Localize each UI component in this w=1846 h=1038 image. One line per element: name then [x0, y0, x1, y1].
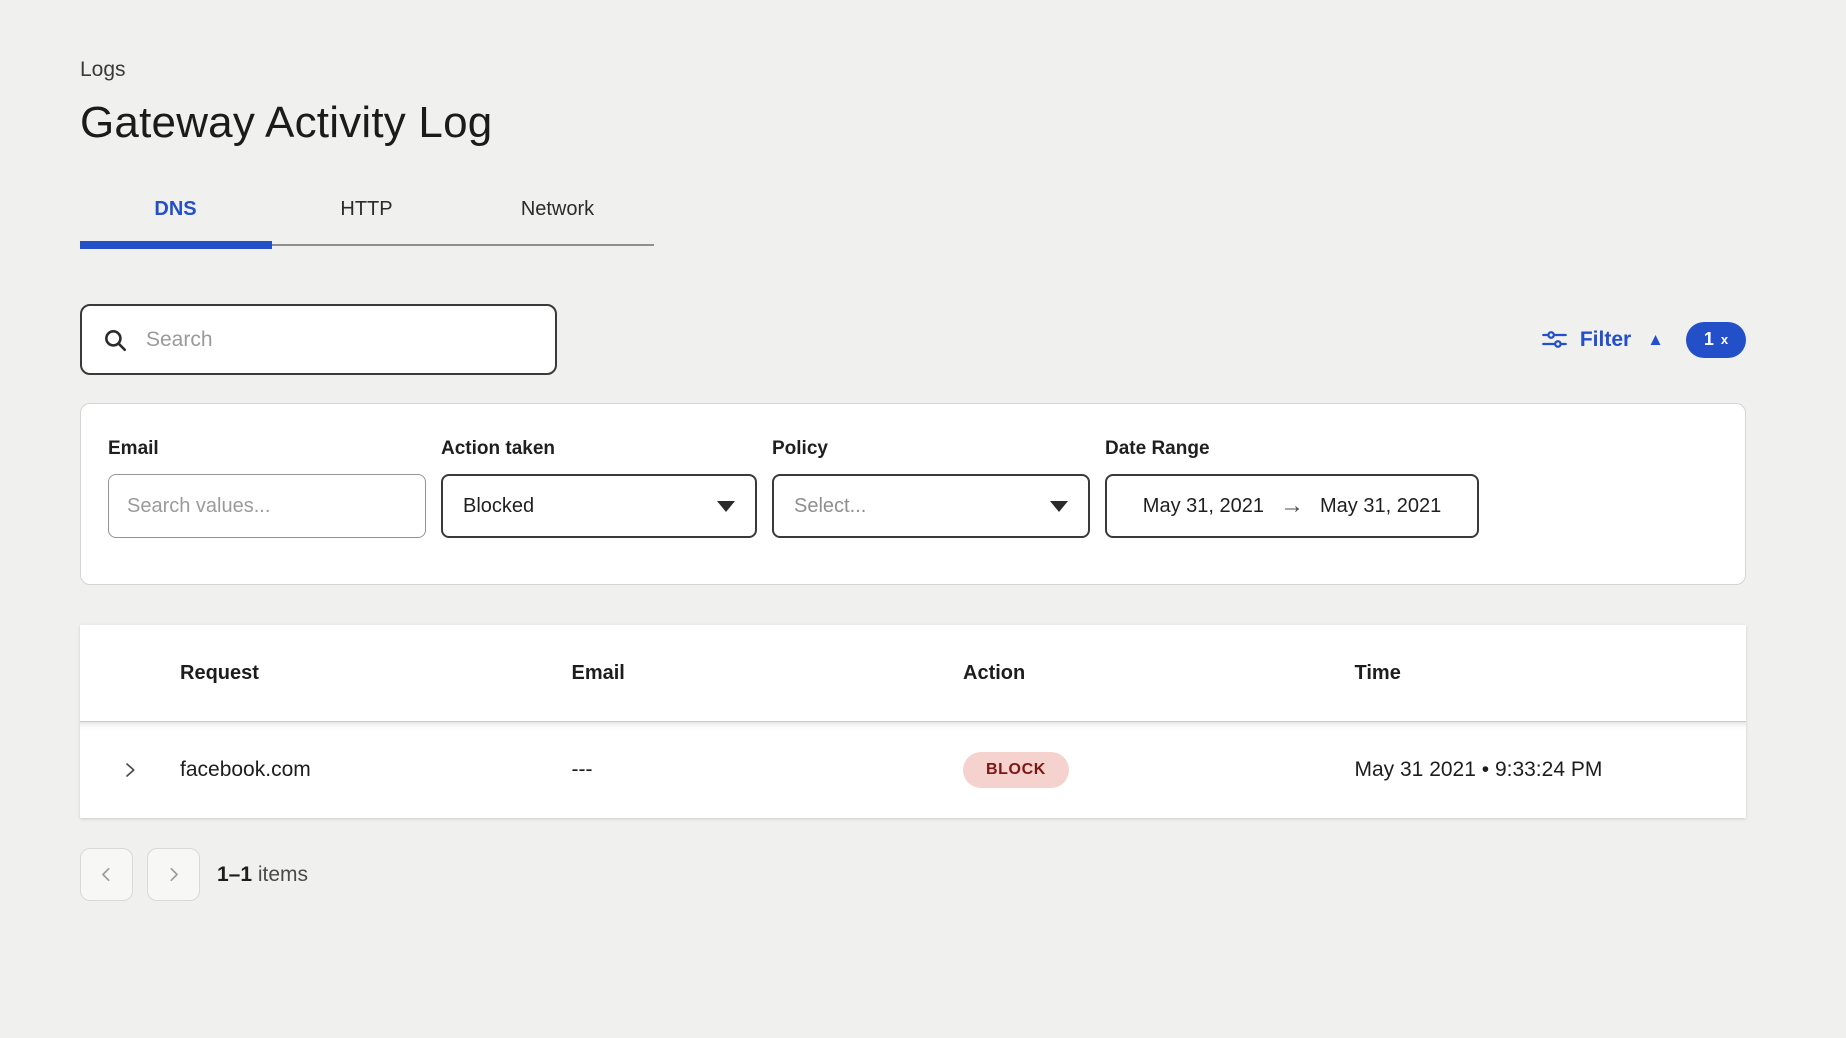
- filter-panel: Email Action taken Blocked Policy Select…: [80, 403, 1746, 585]
- tab-dns[interactable]: DNS: [80, 188, 271, 241]
- policy-filter-label: Policy: [772, 438, 1090, 460]
- policy-select-placeholder: Select...: [794, 495, 866, 518]
- search-icon: [102, 327, 128, 353]
- date-range-filter-label: Date Range: [1105, 438, 1479, 460]
- table-header-row: Request Email Action Time: [80, 625, 1746, 722]
- arrow-right-icon: →: [1280, 492, 1304, 520]
- chevron-down-icon: [717, 501, 735, 512]
- activity-log-table: Request Email Action Time facebook.com -…: [80, 625, 1746, 818]
- cell-action: BLOCK: [963, 752, 1355, 788]
- action-taken-selected-value: Blocked: [463, 495, 534, 518]
- row-expand-button[interactable]: [121, 761, 139, 779]
- search-box[interactable]: [80, 304, 557, 375]
- items-range: 1–1: [217, 863, 252, 886]
- filter-collapse-icon[interactable]: ▲: [1647, 331, 1664, 348]
- action-taken-select[interactable]: Blocked: [441, 474, 757, 538]
- cell-time: May 31 2021 • 9:33:24 PM: [1355, 758, 1747, 782]
- cell-email: ---: [572, 758, 964, 782]
- filter-toggle-label[interactable]: Filter: [1580, 328, 1631, 352]
- items-count: 1–1 items: [217, 863, 308, 887]
- email-filter-input[interactable]: [109, 495, 425, 518]
- filter-field-date-range: Date Range May 31, 2021 → May 31, 2021: [1105, 438, 1479, 584]
- tab-underline: [80, 241, 654, 249]
- table-row[interactable]: facebook.com --- BLOCK May 31 2021 • 9:3…: [80, 722, 1746, 818]
- email-filter-label: Email: [108, 438, 426, 460]
- policy-select[interactable]: Select...: [772, 474, 1090, 538]
- filter-count: 1: [1704, 329, 1714, 350]
- cell-request: facebook.com: [180, 758, 572, 782]
- date-range-picker[interactable]: May 31, 2021 → May 31, 2021: [1105, 474, 1479, 538]
- column-header-time: Time: [1355, 662, 1747, 685]
- chevron-right-icon: [121, 761, 139, 779]
- action-taken-filter-label: Action taken: [441, 438, 757, 460]
- items-label: items: [252, 863, 308, 886]
- date-range-end[interactable]: May 31, 2021: [1320, 495, 1441, 518]
- filter-field-policy: Policy Select...: [772, 438, 1090, 584]
- tab-network[interactable]: Network: [462, 188, 653, 241]
- gateway-activity-page: Logs Gateway Activity Log DNS HTTP Netwo…: [0, 0, 1846, 901]
- filter-count-badge[interactable]: 1 x: [1686, 322, 1746, 358]
- page-title: Gateway Activity Log: [80, 98, 1746, 148]
- breadcrumb: Logs: [80, 58, 1746, 82]
- chevron-left-icon: [98, 866, 115, 883]
- column-header-request: Request: [180, 662, 572, 685]
- next-page-button[interactable]: [147, 848, 200, 901]
- prev-page-button[interactable]: [80, 848, 133, 901]
- filter-clear-x[interactable]: x: [1721, 332, 1728, 347]
- chevron-down-icon: [1050, 501, 1068, 512]
- filter-field-email: Email: [108, 438, 426, 584]
- active-tab-indicator: [80, 241, 272, 249]
- log-type-tabs: DNS HTTP Network: [80, 188, 654, 249]
- tab-http[interactable]: HTTP: [271, 188, 462, 241]
- chevron-right-icon: [165, 866, 182, 883]
- column-header-email: Email: [572, 662, 964, 685]
- filter-sliders-icon[interactable]: [1541, 326, 1568, 353]
- filter-controls: Filter ▲ 1 x: [1541, 322, 1746, 358]
- date-range-start[interactable]: May 31, 2021: [1143, 495, 1264, 518]
- column-header-action: Action: [963, 662, 1355, 685]
- pagination: 1–1 items: [80, 848, 1746, 901]
- filter-field-action-taken: Action taken Blocked: [441, 438, 757, 584]
- search-input[interactable]: [146, 328, 535, 352]
- block-status-badge: BLOCK: [963, 752, 1069, 788]
